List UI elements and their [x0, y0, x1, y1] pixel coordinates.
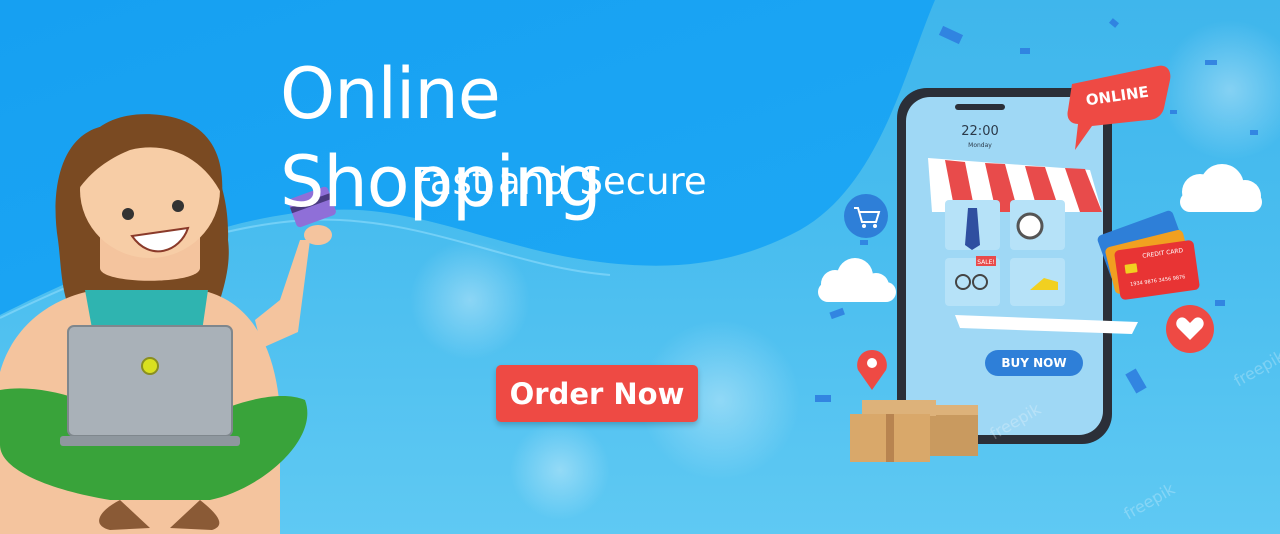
cloud-icon [1180, 164, 1262, 212]
watermark-text: freepik [1231, 346, 1280, 391]
delivery-boxes [850, 400, 978, 462]
online-speech-bubble [1067, 65, 1171, 150]
cart-icon [844, 194, 888, 238]
cloud-icon [818, 258, 896, 302]
phone-day: Monday [968, 142, 992, 149]
sale-tag: SALE! [977, 259, 995, 266]
online-shopping-banner: 22:00 Monday SALE! BUY NOW ONLINE CREDIT… [0, 0, 1280, 534]
order-now-button[interactable]: Order Now [496, 365, 698, 422]
location-pin-icon [857, 350, 887, 390]
buy-now-label: BUY NOW [1001, 356, 1066, 370]
watermark-text: freepik [1121, 479, 1179, 524]
phone-time: 22:00 [961, 124, 998, 139]
laptop-icon [67, 325, 233, 437]
banner-subtitle: Fast and Secure [412, 160, 707, 203]
phone-scene-illustration: 22:00 Monday SALE! BUY NOW ONLINE CREDIT… [815, 18, 1280, 524]
